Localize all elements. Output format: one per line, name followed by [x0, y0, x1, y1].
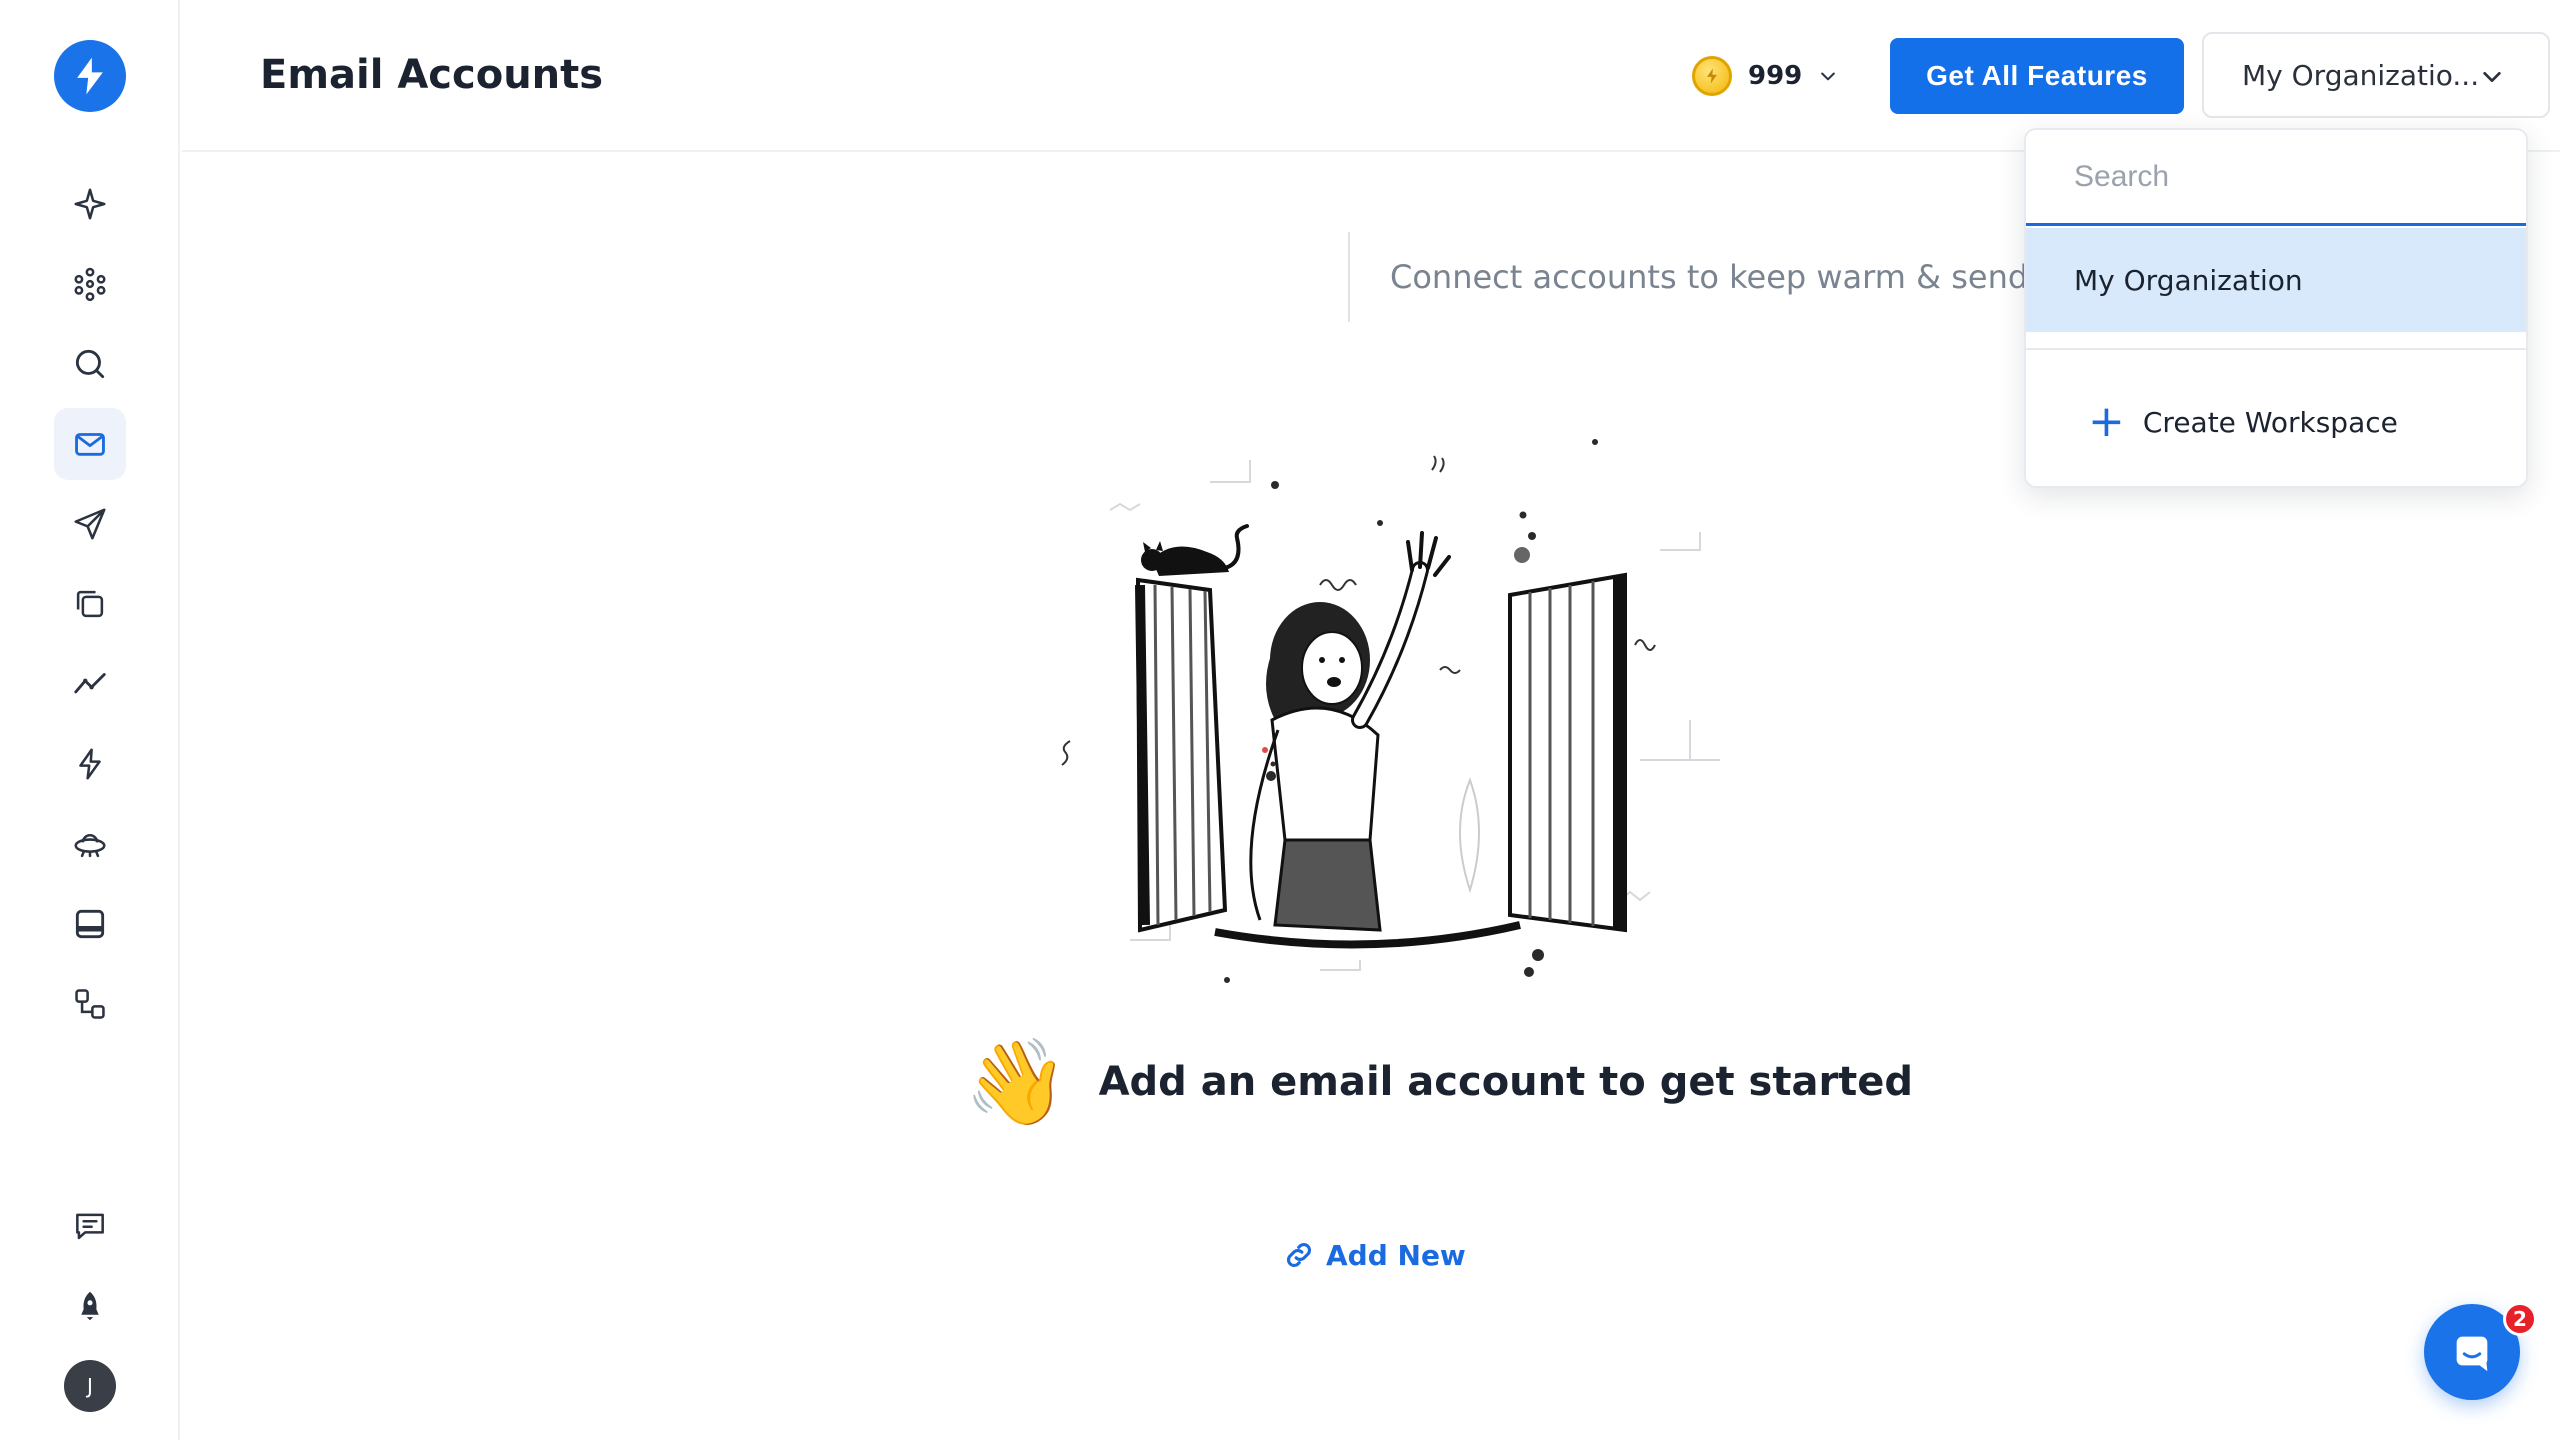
- inbox-icon: [75, 909, 105, 939]
- sidebar-item-search[interactable]: [54, 328, 126, 400]
- sidebar: J: [0, 0, 180, 1440]
- empty-state-illustration: [1061, 439, 1720, 983]
- empty-state-message: 👋 Add an email account to get started: [964, 1040, 1913, 1124]
- sidebar-item-explore[interactable]: [54, 808, 126, 880]
- network-icon: [74, 267, 106, 302]
- organization-selector[interactable]: My Organizatio...: [2202, 32, 2550, 118]
- sparkle-icon: [74, 188, 106, 220]
- page-title: Email Accounts: [260, 52, 604, 98]
- chevron-down-icon: [1821, 72, 1836, 81]
- copy-icon: [76, 590, 104, 618]
- dropdown-item-my-organization[interactable]: My Organization: [2026, 228, 2526, 332]
- sidebar-item-campaigns[interactable]: [54, 488, 126, 560]
- sidebar-item-integrations[interactable]: [54, 968, 126, 1040]
- sidebar-item-getting-started[interactable]: [54, 1270, 126, 1342]
- subtitle-divider: [1348, 232, 1350, 322]
- send-icon: [74, 508, 106, 540]
- empty-state-text: Add an email account to get started: [1098, 1059, 1914, 1105]
- link-icon: [1286, 1242, 1312, 1268]
- organization-selector-label: My Organizatio...: [2242, 58, 2480, 92]
- create-workspace-label: Create Workspace: [2142, 405, 2398, 439]
- add-new-label: Add New: [1326, 1238, 1466, 1272]
- organization-search-input[interactable]: [2026, 130, 2526, 226]
- chat-notification-badge: 2: [2503, 1302, 2537, 1336]
- rocket-icon: [81, 1291, 99, 1321]
- mail-icon: [75, 433, 105, 456]
- coin-icon: [1692, 56, 1732, 96]
- user-avatar[interactable]: J: [64, 1360, 116, 1412]
- sidebar-item-feedback[interactable]: [54, 1190, 126, 1262]
- dropdown-divider: [2026, 348, 2526, 350]
- feedback-icon: [76, 1213, 104, 1240]
- add-new-link[interactable]: Add New: [1282, 1238, 1466, 1272]
- sidebar-item-inbox[interactable]: [54, 888, 126, 960]
- sidebar-item-templates[interactable]: [54, 568, 126, 640]
- get-all-features-button[interactable]: Get All Features: [1890, 38, 2184, 114]
- page-subtitle: Connect accounts to keep warm & send em: [1390, 258, 2030, 296]
- app-logo[interactable]: [54, 40, 126, 112]
- chevron-down-icon: [2483, 71, 2501, 83]
- sidebar-item-automations[interactable]: [54, 728, 126, 800]
- credits-count: 999: [1748, 61, 1803, 91]
- credits-selector[interactable]: 999: [1692, 50, 1838, 102]
- plus-icon: +: [2088, 396, 2125, 447]
- create-workspace-button[interactable]: + Create Workspace: [2088, 400, 2398, 444]
- organization-dropdown: My Organization + Create Workspace: [2024, 128, 2528, 488]
- waving-hand-icon: 👋: [964, 1033, 1069, 1131]
- analytics-icon: [74, 673, 106, 694]
- sidebar-item-network[interactable]: [54, 248, 126, 320]
- search-icon: [75, 349, 105, 379]
- sidebar-item-email-accounts[interactable]: [54, 408, 126, 480]
- workflow-icon: [75, 989, 105, 1019]
- lightning-icon: [79, 748, 101, 780]
- sidebar-item-analytics[interactable]: [54, 648, 126, 720]
- sidebar-item-copilot[interactable]: [54, 168, 126, 240]
- chat-icon: [2456, 1336, 2488, 1372]
- ufo-icon: [74, 834, 106, 858]
- lightning-logo-icon: [77, 57, 103, 95]
